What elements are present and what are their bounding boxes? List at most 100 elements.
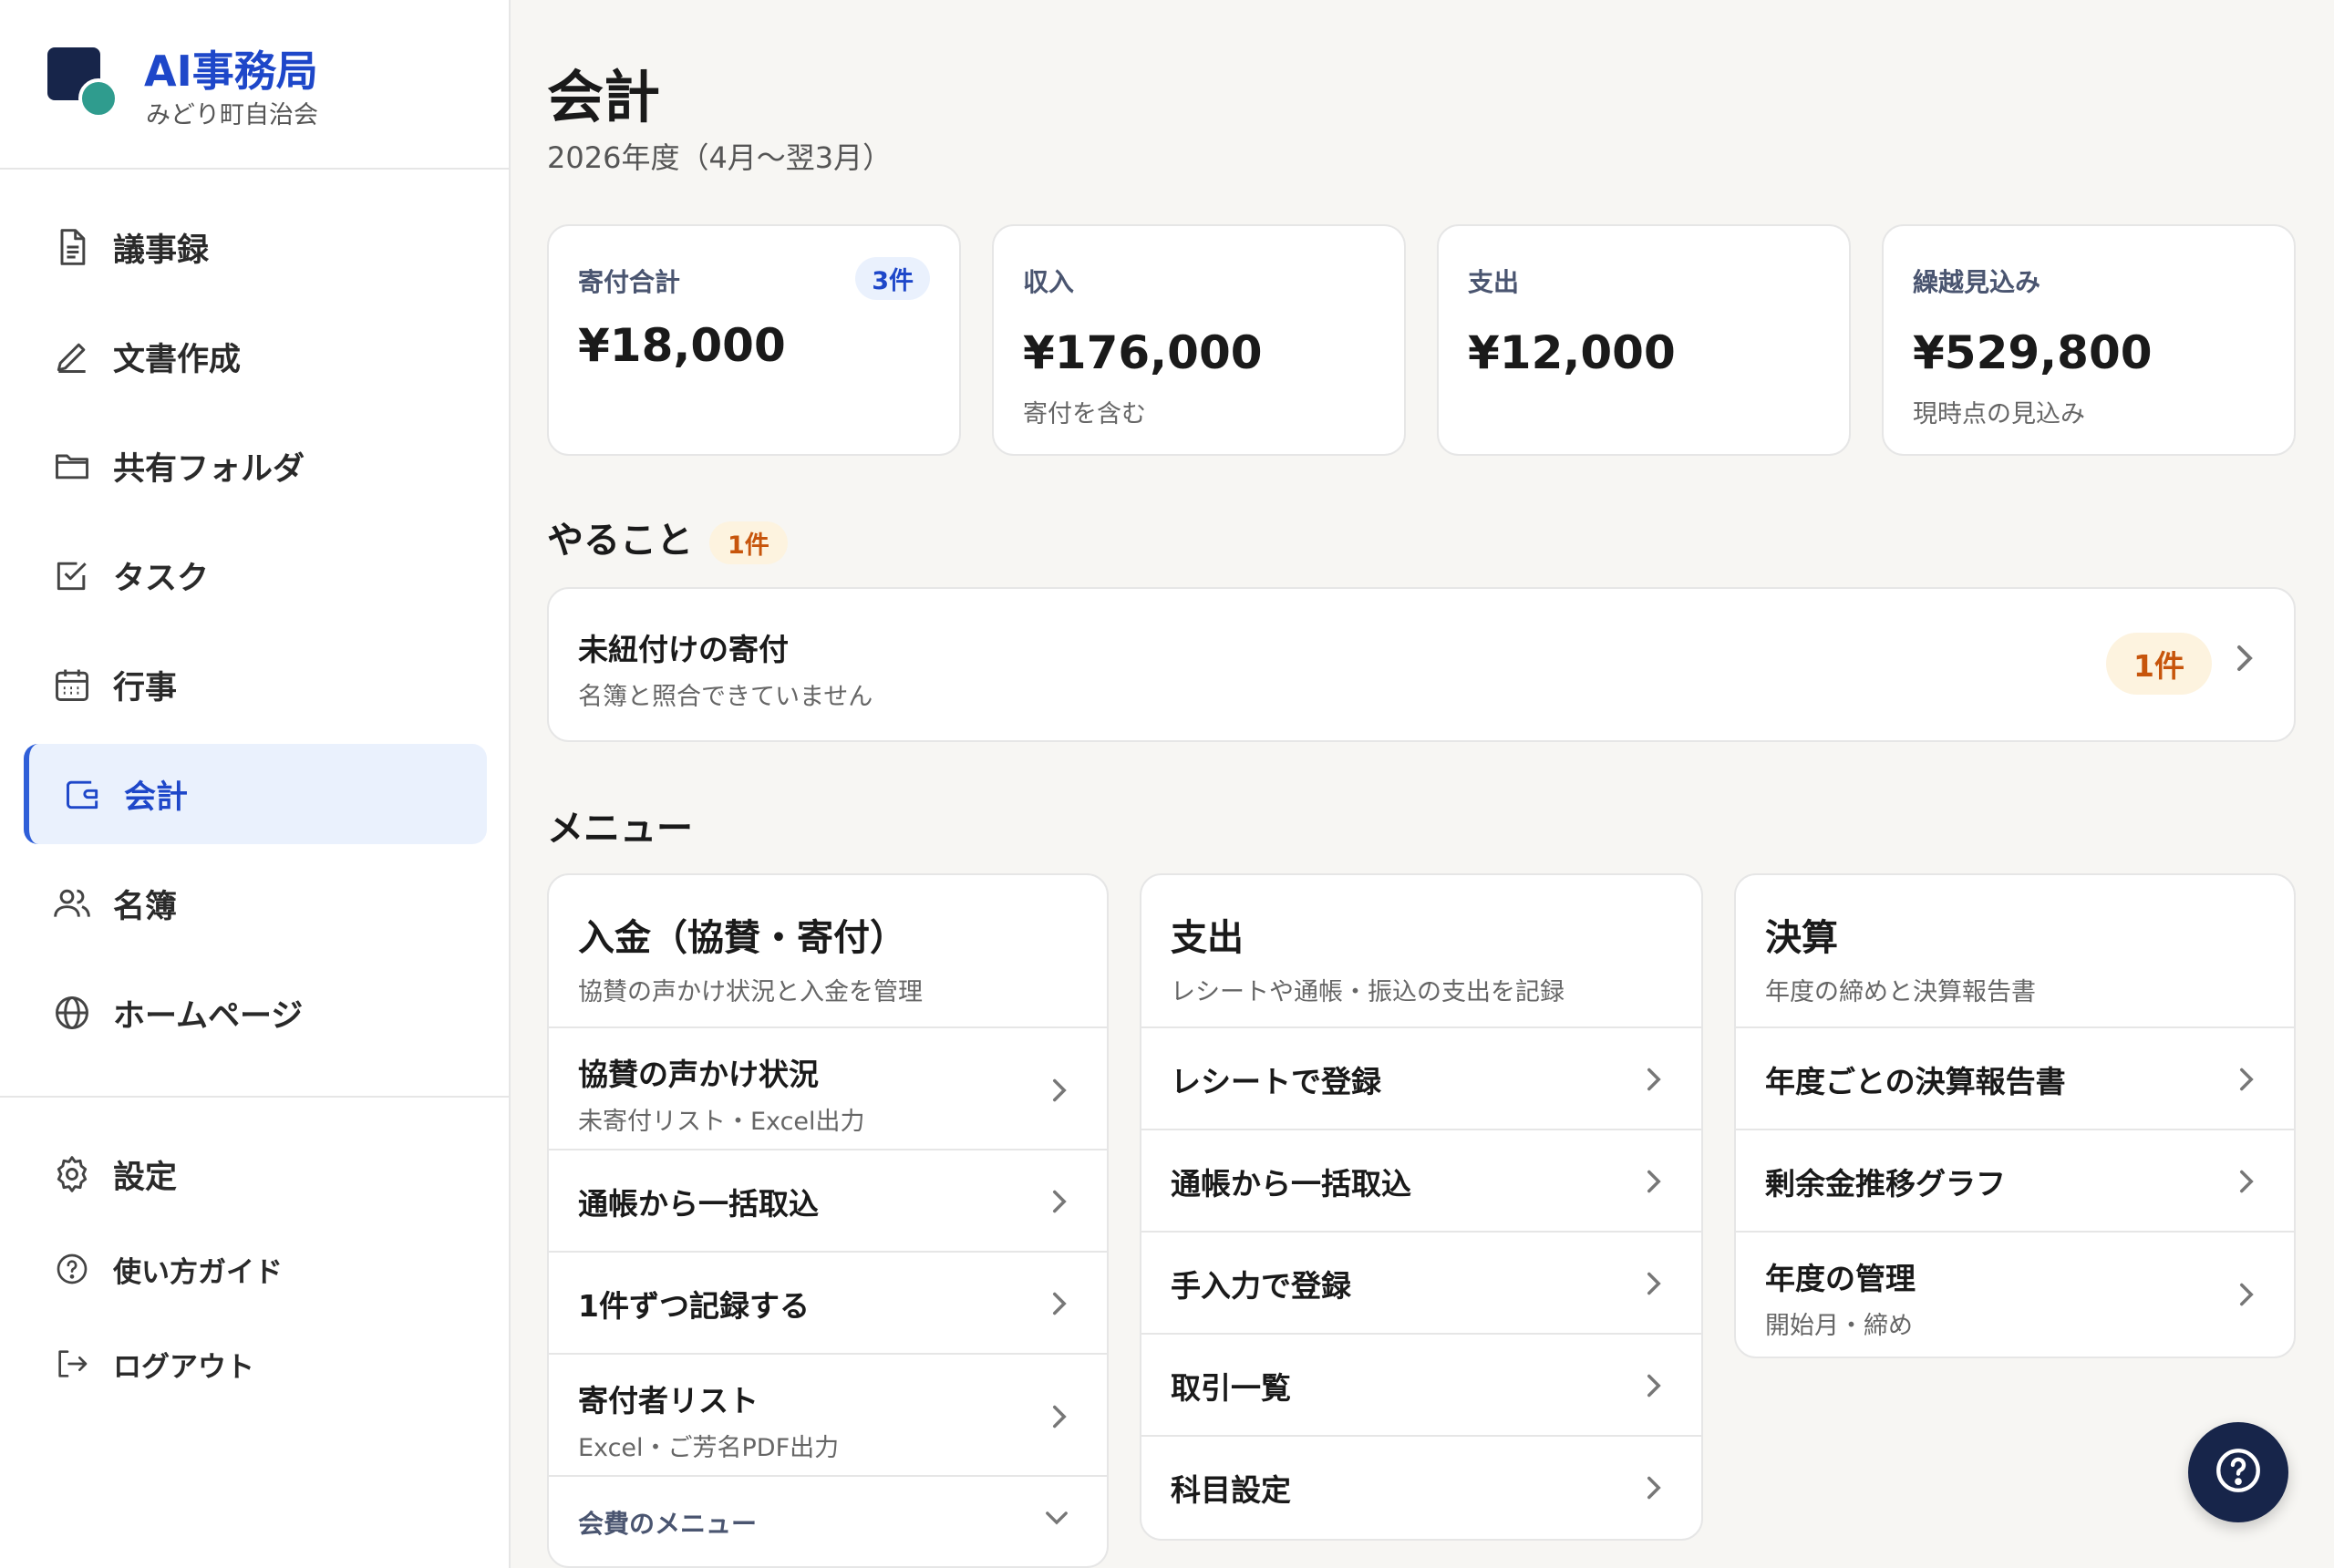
stat-label: 収入: [1023, 267, 1075, 297]
stat-value: ¥12,000: [1468, 326, 1676, 379]
menu-row-surplus-graph[interactable]: 剰余金推移グラフ: [1736, 1130, 2294, 1233]
todo-count-badge: 1件: [709, 521, 788, 564]
sidebar-item-label: 共有フォルダ: [113, 450, 305, 488]
chevron-right-icon: [1641, 1063, 1667, 1099]
sidebar-item-logout[interactable]: ログアウト: [24, 1318, 487, 1409]
app-title: AI事務局: [144, 46, 318, 96]
sidebar-item-label: 行事: [113, 669, 178, 707]
stat-label: 寄付合計: [578, 267, 681, 297]
wallet-icon: [62, 773, 104, 815]
stat-value: ¥18,000: [578, 319, 786, 372]
menu-row-title: 会費のメニュー: [578, 1509, 758, 1539]
document-icon: [51, 226, 93, 268]
stat-value: ¥529,800: [1913, 326, 2153, 379]
stat-label: 支出: [1468, 267, 1520, 297]
sidebar-item-shared-folder[interactable]: 共有フォルダ: [24, 416, 487, 516]
sidebar-item-tasks[interactable]: タスク: [24, 525, 487, 625]
chevron-right-icon: [2234, 1063, 2259, 1099]
stat-card-expenses[interactable]: 支出 ¥12,000: [1437, 224, 1851, 456]
sidebar-item-accounting[interactable]: 会計: [24, 744, 487, 844]
sidebar-item-label: 名簿: [113, 888, 178, 925]
stat-card-donations[interactable]: 寄付合計 3件 ¥18,000: [547, 224, 961, 456]
menu-row-transactions[interactable]: 取引一覧: [1141, 1335, 1701, 1437]
sidebar-item-label: タスク: [113, 560, 210, 597]
help-button[interactable]: [2188, 1422, 2288, 1522]
stat-note: 現時点の見込み: [1913, 400, 2085, 428]
menu-card-income: 入金（協賛・寄付） 協賛の声かけ状況と入金を管理 協賛の声かけ状況 未寄付リスト…: [547, 873, 1109, 1568]
menu-row-title: 通帳から一括取込: [578, 1186, 819, 1222]
stat-card-income[interactable]: 収入 ¥176,000 寄付を含む: [992, 224, 1406, 456]
menu-row-receipt-register[interactable]: レシートで登録: [1141, 1028, 1701, 1130]
todo-title: 未紐付けの寄付: [578, 632, 789, 667]
sidebar-item-label: 設定: [113, 1159, 178, 1196]
menu-row-title: 寄付者リスト: [578, 1383, 759, 1418]
menu-card-settlement: 決算 年度の締めと決算報告書 年度ごとの決算報告書 剰余金推移グラフ 年度の管理…: [1734, 873, 2296, 1358]
chevron-right-icon: [1047, 1287, 1072, 1324]
chevron-right-icon: [1641, 1369, 1667, 1406]
menu-row-account-settings[interactable]: 科目設定: [1141, 1437, 1701, 1539]
menu-row-annual-report[interactable]: 年度ごとの決算報告書: [1736, 1028, 2294, 1130]
sidebar: AI事務局 みどり町自治会 議事録 文書作成 共有フォルダ タスク 行事 会計 …: [0, 0, 511, 1568]
menu-row-title: 協賛の声かけ状況: [578, 1057, 819, 1092]
chevron-right-icon: [1641, 1267, 1667, 1304]
folder-icon: [51, 445, 93, 487]
todo-count-badge: 1件: [2106, 633, 2212, 695]
chevron-right-icon: [2230, 640, 2259, 680]
menu-card-header: 入金（協賛・寄付） 協賛の声かけ状況と入金を管理: [549, 875, 1107, 1028]
menu-row-subtitle: Excel・ご芳名PDF出力: [578, 1434, 840, 1462]
sidebar-item-roster[interactable]: 名簿: [24, 853, 487, 954]
sidebar-item-settings[interactable]: 設定: [24, 1129, 487, 1220]
sidebar-item-events[interactable]: 行事: [24, 634, 487, 735]
brand-header: AI事務局 みどり町自治会: [0, 0, 509, 170]
chevron-down-icon: [1041, 1502, 1072, 1537]
fiscal-year-label: 2026年度（4月〜翌3月）: [547, 140, 893, 175]
sidebar-item-guide[interactable]: 使い方ガイド: [24, 1223, 487, 1315]
menu-card-header: 支出 レシートや通帳・振込の支出を記録: [1141, 875, 1701, 1028]
page-title: 会計: [547, 64, 661, 130]
menu-row-sponsor-status[interactable]: 協賛の声かけ状況 未寄付リスト・Excel出力: [549, 1028, 1107, 1150]
chevron-right-icon: [2234, 1165, 2259, 1202]
section-title: やること: [547, 520, 693, 562]
chevron-right-icon: [1641, 1165, 1667, 1202]
sidebar-item-homepage[interactable]: ホームページ: [24, 963, 487, 1063]
menu-row-title: レシートで登録: [1171, 1064, 1381, 1099]
menu-card-description: 年度の締めと決算報告書: [1765, 978, 2036, 1006]
menu-card-title: 入金（協賛・寄付）: [578, 917, 906, 959]
sidebar-item-label: 使い方ガイド: [113, 1255, 283, 1289]
pencil-icon: [51, 335, 93, 377]
sidebar-divider: [0, 1096, 511, 1098]
menu-row-title: 年度の管理: [1765, 1261, 1916, 1296]
menu-row-year-management[interactable]: 年度の管理 開始月・締め: [1736, 1233, 2294, 1355]
menu-row-title: 剰余金推移グラフ: [1765, 1166, 2006, 1202]
stat-note: 寄付を含む: [1023, 400, 1146, 428]
stat-card-carryover[interactable]: 繰越見込み ¥529,800 現時点の見込み: [1882, 224, 2296, 456]
logout-icon: [51, 1343, 93, 1385]
menu-row-subtitle: 未寄付リスト・Excel出力: [578, 1108, 865, 1136]
sidebar-item-documents[interactable]: 文書作成: [24, 306, 487, 407]
menu-row-manual-entry[interactable]: 手入力で登録: [1141, 1233, 1701, 1335]
todo-item-unlinked-donations[interactable]: 未紐付けの寄付 名簿と照合できていません 1件: [547, 587, 2296, 742]
sidebar-item-label: 文書作成: [113, 341, 242, 378]
menu-card-description: 協賛の声かけ状況と入金を管理: [578, 978, 923, 1006]
menu-row-bank-import[interactable]: 通帳から一括取込: [549, 1150, 1107, 1253]
menu-row-donor-list[interactable]: 寄付者リスト Excel・ご芳名PDF出力: [549, 1355, 1107, 1477]
section-title: メニュー: [547, 808, 693, 850]
checkbox-icon: [51, 554, 93, 596]
menu-row-record-one[interactable]: 1件ずつ記録する: [549, 1253, 1107, 1355]
stat-label: 繰越見込み: [1913, 267, 2041, 297]
count-badge: 3件: [855, 257, 930, 300]
sidebar-item-label: 議事録: [113, 232, 210, 269]
menu-row-bank-import[interactable]: 通帳から一括取込: [1141, 1130, 1701, 1233]
menu-card-title: 決算: [1765, 917, 1838, 959]
sidebar-item-minutes[interactable]: 議事録: [24, 197, 487, 297]
menu-row-membership-fees-toggle[interactable]: 会費のメニュー: [549, 1477, 1107, 1564]
sidebar-item-label: ホームページ: [113, 997, 304, 1035]
menu-row-title: 科目設定: [1171, 1472, 1291, 1508]
chevron-right-icon: [2234, 1278, 2259, 1315]
app-logo: [47, 47, 120, 120]
users-icon: [51, 882, 93, 924]
sidebar-item-label: 会計: [124, 779, 189, 816]
chevron-right-icon: [1641, 1471, 1667, 1508]
main-content: 会計 2026年度（4月〜翌3月） 寄付合計 3件 ¥18,000 収入 ¥17…: [511, 0, 2334, 1568]
globe-icon: [51, 992, 93, 1034]
